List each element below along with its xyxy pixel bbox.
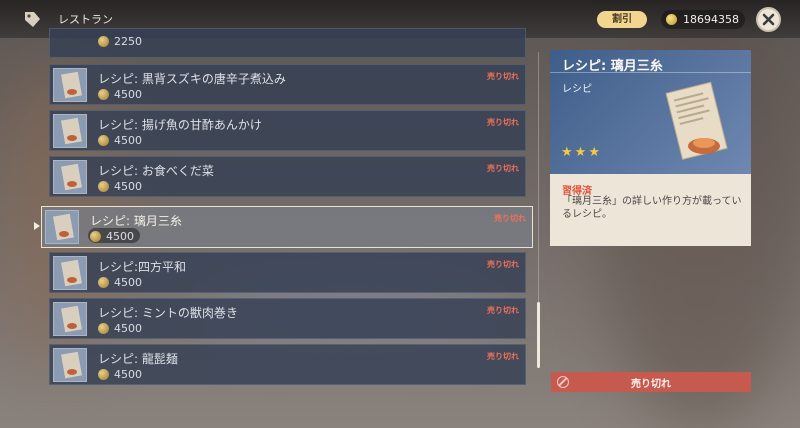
selection-pointer-icon — [34, 222, 40, 230]
close-button[interactable] — [756, 7, 781, 32]
item-name: レシピ: 揚げ魚の甘酢あんかけ — [98, 118, 262, 132]
list-item[interactable]: レシピ: 龍髭麺 4500 売り切れ — [49, 344, 526, 385]
item-name: レシピ:四方平和 — [98, 260, 187, 274]
discount-button[interactable]: 割引 — [597, 11, 647, 28]
sold-out-tag: 売り切れ — [487, 164, 519, 173]
recipe-icon — [53, 256, 87, 290]
mora-coin-icon — [98, 89, 109, 100]
item-price: 4500 — [114, 368, 142, 381]
item-price: 4500 — [114, 180, 142, 193]
recipe-list[interactable]: 2250 レシピ: 黒背スズキの唐辛子煮込み 4500 売り切れ レシピ: 揚げ… — [41, 28, 533, 388]
mora-coin-icon — [98, 135, 109, 146]
mora-amount: 18694358 — [683, 13, 739, 26]
mora-coin-icon — [98, 369, 109, 380]
sold-out-tag: 売り切れ — [487, 306, 519, 315]
list-item[interactable]: レシピ: 揚げ魚の甘酢あんかけ 4500 売り切れ — [49, 110, 526, 151]
mora-coin-icon — [90, 231, 101, 242]
sold-out-button[interactable]: 売り切れ — [551, 372, 751, 392]
item-price: 4500 — [114, 134, 142, 147]
item-detail-card: レシピ: 璃月三糸 レシピ ★ ★ ★ 習得済 「璃月三糸」の詳しい作り方が載っ… — [550, 50, 751, 246]
star-icon: ★ — [561, 145, 573, 160]
mora-coin-icon — [98, 181, 109, 192]
list-item[interactable]: レシピ: 黒背スズキの唐辛子煮込み 4500 売り切れ — [49, 64, 526, 105]
item-price: 4500 — [114, 276, 142, 289]
detail-description: 「璃月三糸」の詳しい作り方が載っているレシピ。 — [562, 196, 742, 220]
sold-out-tag: 売り切れ — [487, 352, 519, 361]
list-item[interactable]: 2250 — [49, 28, 526, 58]
item-name: レシピ: お食べくだ菜 — [98, 164, 214, 178]
item-price: 2250 — [114, 35, 142, 48]
star-icon: ★ — [574, 145, 587, 160]
shop-title: レストラン — [58, 13, 113, 26]
list-item[interactable]: レシピ: ミントの獣肉巻き 4500 売り切れ — [49, 298, 526, 339]
recipe-icon — [53, 160, 87, 194]
sold-out-tag: 売り切れ — [487, 72, 519, 81]
detail-type: レシピ — [562, 84, 592, 95]
mora-coin-icon — [98, 277, 109, 288]
recipe-icon — [53, 302, 87, 336]
mora-coin-icon — [666, 14, 677, 25]
recipe-icon — [665, 81, 728, 160]
scrollbar-thumb[interactable] — [537, 302, 540, 368]
rarity-stars: ★ ★ ★ — [561, 146, 600, 159]
mora-coin-icon — [98, 36, 109, 47]
shop-tag-icon — [25, 12, 40, 27]
sold-out-tag: 売り切れ — [494, 214, 526, 223]
item-name: レシピ: 黒背スズキの唐辛子煮込み — [98, 72, 286, 86]
sold-out-tag: 売り切れ — [487, 260, 519, 269]
item-price: 4500 — [114, 88, 142, 101]
mora-balance: 18694358 — [661, 10, 745, 29]
sold-out-label: 売り切れ — [631, 379, 671, 390]
recipe-icon — [53, 114, 87, 148]
divider — [550, 72, 751, 73]
recipe-icon — [53, 348, 87, 382]
item-name: レシピ: ミントの獣肉巻き — [98, 306, 238, 320]
list-item[interactable]: レシピ:四方平和 4500 売り切れ — [49, 252, 526, 293]
item-name: レシピ: 璃月三糸 — [90, 214, 182, 228]
recipe-icon — [53, 68, 87, 102]
sold-out-tag: 売り切れ — [487, 118, 519, 127]
mora-coin-icon — [98, 323, 109, 334]
card-header: レシピ: 璃月三糸 レシピ ★ ★ ★ — [550, 50, 751, 174]
list-item[interactable]: レシピ: お食べくだ菜 4500 売り切れ — [49, 156, 526, 197]
star-icon: ★ — [588, 145, 600, 160]
item-price: 4500 — [106, 230, 134, 243]
recipe-icon — [45, 210, 79, 244]
list-item-selected[interactable]: レシピ: 璃月三糸 4500 売り切れ — [41, 206, 533, 248]
item-name: レシピ: 龍髭麺 — [98, 352, 178, 366]
close-icon — [762, 13, 775, 26]
item-price: 4500 — [114, 322, 142, 335]
